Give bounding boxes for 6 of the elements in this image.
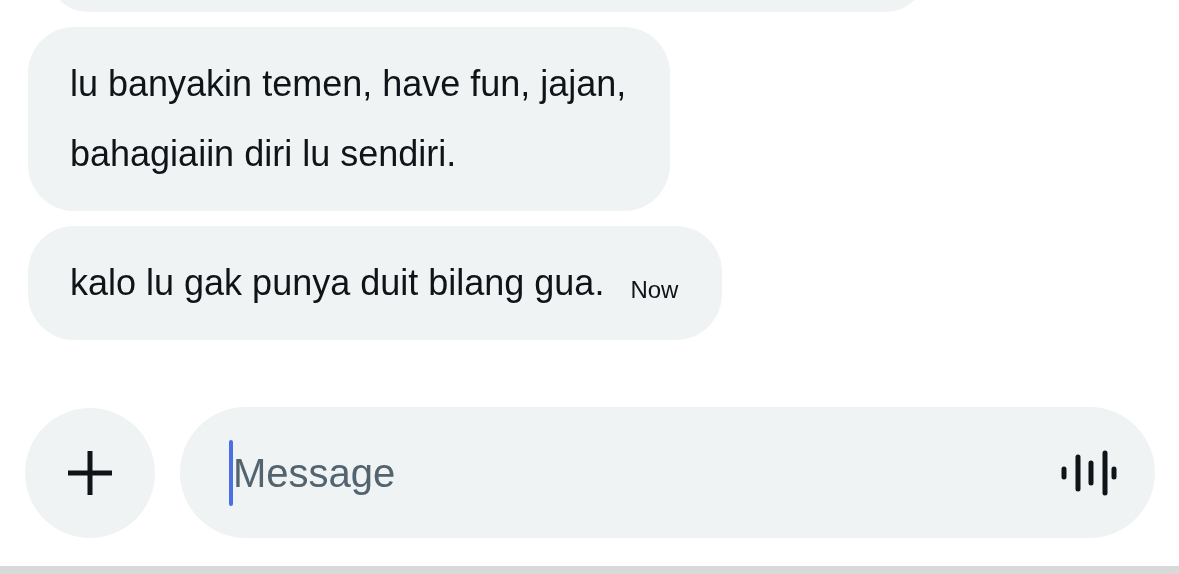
message-time: Now (630, 275, 679, 305)
message-field[interactable]: Message (180, 407, 1155, 538)
message-text: lu banyakin temen, have fun, jajan, bahagiaiin diri lu sendiri. (70, 62, 627, 176)
plus-icon (66, 448, 114, 497)
message-input[interactable]: Message (233, 442, 1061, 503)
message-text: kalo lu gak punya duit bilang gua. (70, 261, 605, 305)
